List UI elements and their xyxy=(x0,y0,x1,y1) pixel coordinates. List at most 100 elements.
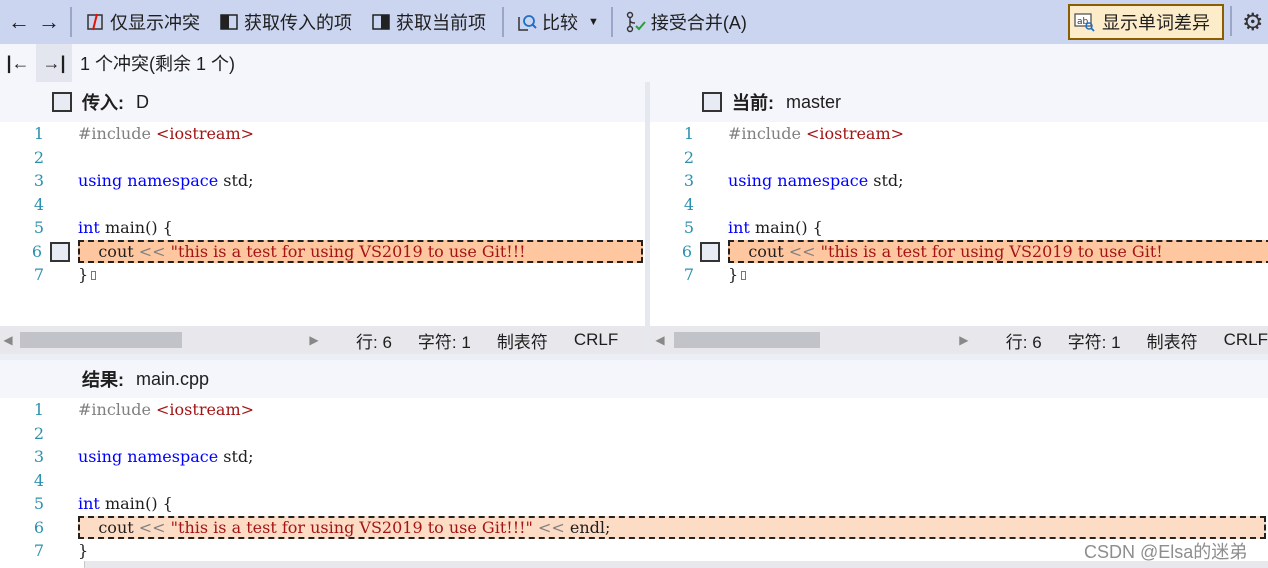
toolbar-separator xyxy=(1230,6,1232,36)
show-word-diff-toggle[interactable]: ab 显示单词差异 xyxy=(1068,4,1224,40)
code-line: 4 xyxy=(650,193,1268,217)
take-all-incoming-checkbox[interactable] xyxy=(52,92,72,112)
arrow-left-icon: ← xyxy=(8,9,30,34)
settings-button[interactable]: ⚙ xyxy=(1242,8,1264,37)
caret-marker xyxy=(741,271,747,280)
code-line: 2 xyxy=(0,146,645,170)
toolbar-separator xyxy=(70,7,72,37)
toolbar-separator xyxy=(610,7,613,37)
status-char: 字符: 1 xyxy=(417,332,471,352)
line-number: 5 xyxy=(33,218,44,237)
line-number: 3 xyxy=(33,171,44,190)
take-current-label: 获取当前项 xyxy=(396,13,486,33)
compare-magnifier-icon xyxy=(516,11,538,33)
line-number: 1 xyxy=(683,124,694,143)
code-line: 5 int main() { xyxy=(0,492,1268,516)
code-line: 1 #include <iostream> xyxy=(0,398,1268,422)
scroll-right-arrow[interactable]: ▶ xyxy=(306,333,322,347)
line-number: 5 xyxy=(683,218,694,237)
incoming-branch: D xyxy=(136,91,149,112)
line-number: 7 xyxy=(683,265,694,284)
take-line-checkbox[interactable] xyxy=(50,241,70,262)
scroll-left-arrow[interactable]: ◀ xyxy=(652,333,668,347)
conflict-line: 6 cout << "this is a test for using VS20… xyxy=(0,239,645,264)
code-line: 3 using namespace std; xyxy=(0,445,1268,469)
status-tabs[interactable]: 制表符 xyxy=(1147,328,1198,353)
status-eol[interactable]: CRLF xyxy=(1224,330,1268,350)
take-incoming-button[interactable]: 获取传入的项 xyxy=(212,5,358,39)
take-all-current-checkbox[interactable] xyxy=(702,92,722,112)
scrollbar-thumb[interactable] xyxy=(0,561,85,568)
scrollbar-thumb[interactable] xyxy=(20,332,182,348)
code-line: 3 using namespace std; xyxy=(0,169,645,193)
take-right-icon xyxy=(370,11,392,33)
line-number: 2 xyxy=(33,147,44,167)
line-number: 4 xyxy=(683,194,694,214)
result-header: 结果: main.cpp xyxy=(0,360,1268,398)
code-line: 7} xyxy=(650,263,1268,287)
code-line: 1 #include <iostream> xyxy=(0,122,645,146)
show-conflicts-only-button[interactable]: 仅显示冲突 xyxy=(78,5,206,39)
code-line: 3 using namespace std; xyxy=(650,169,1268,193)
code-line: 4 xyxy=(0,193,645,217)
conflict-navigation-bar: |← →| 1 个冲突(剩余 1 个) xyxy=(0,44,1268,82)
result-code-editor[interactable]: 1 #include <iostream> 2 3 using namespace … xyxy=(0,398,1268,563)
take-left-icon xyxy=(218,11,240,33)
scroll-right-arrow[interactable]: ▶ xyxy=(956,333,972,347)
chevron-down-icon: ▼ xyxy=(588,16,599,28)
line-number: 1 xyxy=(33,124,44,143)
code-line: 2 xyxy=(650,146,1268,170)
conflict-summary: 1 个冲突(剩余 1 个) xyxy=(80,54,236,74)
code-line: 7} xyxy=(0,263,645,287)
line-number: 7 xyxy=(33,265,44,284)
accept-merge-button[interactable]: 接受合并(A) xyxy=(619,5,753,39)
status-line: 行: 6 xyxy=(1005,332,1042,352)
code-line: 1 #include <iostream> xyxy=(650,122,1268,146)
scroll-left-arrow[interactable]: ◀ xyxy=(0,333,16,347)
horizontal-scrollbar[interactable] xyxy=(16,332,306,348)
horizontal-scrollbar[interactable] xyxy=(668,332,956,348)
accept-merge-icon xyxy=(625,11,647,33)
incoming-header: 传入: D xyxy=(0,82,645,122)
incoming-code-editor[interactable]: 1 #include <iostream> 2 3 using namespace … xyxy=(0,122,645,287)
line-number: 1 xyxy=(33,400,44,419)
line-number: 2 xyxy=(33,423,44,443)
code-line: 4 xyxy=(0,469,1268,493)
status-char: 字符: 1 xyxy=(1067,332,1121,352)
current-header: 当前: master xyxy=(650,82,1268,122)
line-number: 5 xyxy=(33,494,44,513)
toolbar-separator xyxy=(502,7,504,37)
back-button[interactable]: ← xyxy=(4,9,34,35)
code-line: 2 xyxy=(0,422,1268,446)
conflict-line: 6 cout << "this is a test for using VS20… xyxy=(650,239,1268,264)
status-line: 行: 6 xyxy=(356,332,392,352)
first-conflict-button[interactable]: |← xyxy=(0,44,36,82)
line-number: 2 xyxy=(683,147,694,167)
line-number: 3 xyxy=(33,447,44,466)
status-tabs[interactable]: 制表符 xyxy=(497,328,548,353)
code-line: 5 int main() { xyxy=(650,216,1268,240)
result-horizontal-scrollbar[interactable] xyxy=(0,561,1268,568)
code-line: 7} xyxy=(0,539,1268,563)
current-label: 当前: xyxy=(732,93,774,113)
result-file: main.cpp xyxy=(136,368,210,389)
current-code-editor[interactable]: 1 #include <iostream> 2 3 using namespace … xyxy=(650,122,1268,287)
next-conflict-button[interactable]: →| xyxy=(36,44,72,82)
incoming-pane: 传入: D 1 #include <iostream> 2 3 using name… xyxy=(0,82,645,354)
accept-merge-label: 接受合并(A) xyxy=(650,13,747,33)
line-number: 4 xyxy=(33,470,44,490)
incoming-status-bar: ◀ ▶ 行: 6 字符: 1 制表符 CRLF xyxy=(0,326,645,354)
gear-icon: ⚙ xyxy=(1242,9,1264,36)
word-diff-icon: ab xyxy=(1074,12,1096,32)
result-label: 结果: xyxy=(82,370,124,390)
status-eol[interactable]: CRLF xyxy=(574,330,618,350)
take-line-checkbox[interactable] xyxy=(700,241,720,262)
scrollbar-thumb[interactable] xyxy=(673,332,820,348)
line-number: 6 xyxy=(33,517,44,537)
result-pane: 结果: main.cpp 1 #include <iostream> 2 3 usi… xyxy=(0,360,1268,568)
take-current-button[interactable]: 获取当前项 xyxy=(364,5,492,39)
line-number: 6 xyxy=(681,241,692,261)
compare-dropdown-button[interactable]: 比较 ▼ xyxy=(510,5,605,39)
forward-button[interactable]: → xyxy=(34,9,64,35)
show-word-diff-label: 显示单词差异 xyxy=(1102,13,1210,33)
